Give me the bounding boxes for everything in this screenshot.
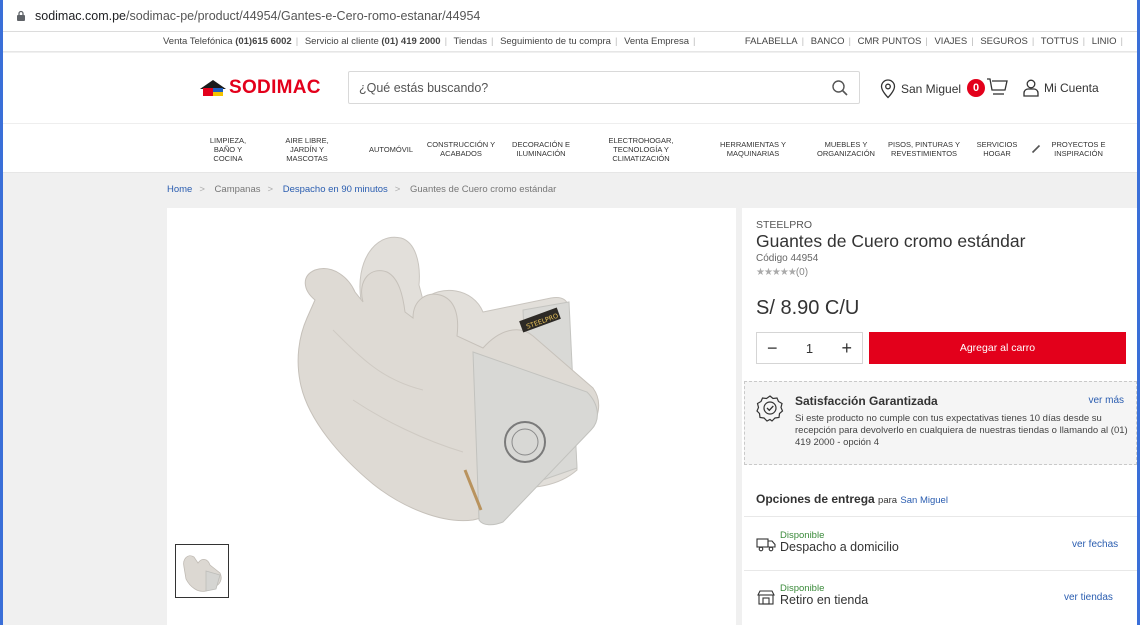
address-bar[interactable]: sodimac.com.pe/sodimac-pe/product/44954/… — [3, 0, 1137, 32]
location-selector[interactable]: San Miguel — [879, 79, 961, 99]
url-host: sodimac.com.pe — [35, 8, 127, 23]
quantity-value[interactable]: 1 — [806, 341, 813, 356]
nav-item-aire-libre[interactable]: AIRE LIBRE, JARDÍN Y MASCOTAS — [273, 124, 341, 174]
utility-link-seguimiento[interactable]: Seguimiento de tu compra — [500, 36, 611, 47]
account-menu[interactable]: Mi Cuenta — [1023, 79, 1099, 97]
store-pickup-icon — [757, 590, 775, 605]
utility-link-tiendas[interactable]: Tiendas — [454, 36, 487, 47]
pencil-icon — [1031, 144, 1041, 154]
home-delivery-label: Despacho a domicilio — [780, 540, 899, 554]
category-nav: LIMPIEZA, BAÑO Y COCINA AIRE LIBRE, JARD… — [3, 123, 1137, 173]
lock-icon — [17, 10, 25, 21]
url-path: /sodimac-pe/product/44954/Gantes-e-Cero-… — [126, 8, 481, 23]
breadcrumb-home[interactable]: Home — [167, 184, 192, 195]
utility-link-venta-empresa[interactable]: Venta Empresa — [624, 36, 689, 47]
breadcrumb: Home > Campanas > Despacho en 90 minutos > … — [167, 184, 557, 195]
delivery-truck-icon — [756, 538, 776, 552]
nav-item-limpieza[interactable]: LIMPIEZA, BAÑO Y COCINA — [203, 124, 253, 174]
review-count: (0) — [795, 267, 809, 278]
account-label: Mi Cuenta — [1044, 81, 1099, 95]
nav-item-herramientas[interactable]: HERRAMIENTAS Y MAQUINARIAS — [713, 124, 793, 174]
search-icon[interactable] — [831, 79, 849, 97]
map-pin-icon — [880, 79, 896, 99]
guarantee-ver-mas-link[interactable]: ver más — [1088, 395, 1124, 406]
quantity-stepper: − 1 + — [756, 332, 863, 364]
nav-item-automovil[interactable]: AUTOMÓVIL — [365, 124, 417, 174]
product-thumbnail[interactable] — [175, 544, 229, 598]
ver-tiendas-link[interactable]: ver tiendas — [1064, 592, 1113, 603]
group-link-linio[interactable]: LINIO — [1092, 36, 1117, 47]
nav-item-muebles[interactable]: MUEBLES Y ORGANIZACIÓN — [811, 124, 881, 174]
group-link-cmr-puntos[interactable]: CMR PUNTOS — [858, 36, 922, 47]
top-utility-bar: Venta Telefónica (01)615 6002 | Servicio … — [3, 32, 1137, 52]
logo-text: SODIMAC — [229, 77, 321, 98]
delivery-location-link[interactable]: San Miguel — [900, 495, 948, 506]
search-input[interactable] — [349, 72, 819, 103]
group-link-tottus[interactable]: TOTTUS — [1041, 36, 1079, 47]
guarantee-badge-icon — [756, 395, 784, 422]
divider — [744, 516, 1137, 517]
nav-item-construccion[interactable]: CONSTRUCCIÓN Y ACABADOS — [425, 124, 497, 174]
product-title: Guantes de Cuero cromo estándar — [756, 231, 1026, 251]
ver-fechas-link[interactable]: ver fechas — [1072, 539, 1118, 550]
search-box — [348, 71, 860, 104]
group-link-viajes[interactable]: VIAJES — [934, 36, 967, 47]
breadcrumb-current: Guantes de Cuero cromo estándar — [410, 184, 557, 195]
delivery-options-heading: Opciones de entrega para San Miguel — [756, 492, 948, 506]
house-logo-icon — [200, 80, 226, 96]
cart-count-badge[interactable]: 0 — [967, 79, 985, 97]
group-links-right: FALABELLA | BANCO | CMR PUNTOS | VIAJES | SE… — [744, 36, 1123, 47]
utility-links-left: Venta Telefónica (01)615 6002 | Servicio … — [163, 36, 696, 47]
rating-stars: ★★★★★ — [756, 267, 797, 278]
product-brand[interactable]: STEELPRO — [756, 219, 812, 231]
delivery-title: Opciones de entrega — [756, 492, 875, 506]
product-code: Código 44954 — [756, 253, 819, 264]
user-icon — [1023, 79, 1039, 97]
location-label: San Miguel — [901, 82, 962, 96]
nav-item-electrohogar[interactable]: ELECTROHOGAR, TECNOLOGÍA Y CLIMATIZACIÓN — [599, 124, 683, 174]
product-image-panel: STEELPRO — [167, 208, 736, 625]
nav-item-pisos[interactable]: PISOS, PINTURAS Y REVESTIMIENTOS — [883, 124, 965, 174]
breadcrumb-despacho[interactable]: Despacho en 90 minutos — [283, 184, 388, 195]
add-to-cart-button[interactable]: Agregar al carro — [869, 332, 1126, 364]
sodimac-logo[interactable]: SODIMAC — [199, 77, 321, 99]
group-link-seguros[interactable]: SEGUROS — [980, 36, 1028, 47]
pickup-label: Retiro en tienda — [780, 593, 869, 607]
product-rating[interactable]: ★★★★★(0) — [756, 267, 808, 278]
delivery-para: para — [878, 495, 898, 506]
group-link-banco[interactable]: BANCO — [811, 36, 845, 47]
site-header: SODIMAC San Miguel 0 Mi — [3, 53, 1137, 123]
breadcrumb-campanas[interactable]: Campanas — [215, 184, 261, 195]
guarantee-description: Si este producto no cumple con tus expec… — [795, 413, 1128, 448]
utility-link-servicio-cliente[interactable]: Servicio al cliente (01) 419 2000 — [305, 36, 441, 47]
product-price: S/ 8.90 C/U — [756, 297, 860, 319]
nav-item-proyectos[interactable]: PROYECTOS E INSPIRACIÓN — [1031, 124, 1111, 174]
product-image-gloves[interactable]: STEELPRO — [167, 208, 736, 625]
group-link-falabella[interactable]: FALABELLA — [745, 36, 798, 47]
thumbnail-gloves-image — [183, 555, 222, 592]
satisfaction-guarantee-box: Satisfacción Garantizada ver más Si este… — [744, 381, 1137, 465]
cart-icon[interactable] — [986, 77, 1008, 97]
nav-item-decoracion[interactable]: DECORACIÓN E ILUMINACIÓN — [505, 124, 577, 174]
increase-quantity-button[interactable]: + — [841, 339, 852, 357]
divider — [744, 570, 1137, 571]
utility-link-venta-telefonica[interactable]: Venta Telefónica (01)615 6002 — [163, 36, 292, 47]
decrease-quantity-button[interactable]: − — [767, 339, 778, 357]
guarantee-title: Satisfacción Garantizada — [795, 394, 938, 408]
browser-window: sodimac.com.pe/sodimac-pe/product/44954/… — [0, 0, 1140, 625]
nav-item-servicios[interactable]: SERVICIOS HOGAR — [973, 124, 1021, 174]
